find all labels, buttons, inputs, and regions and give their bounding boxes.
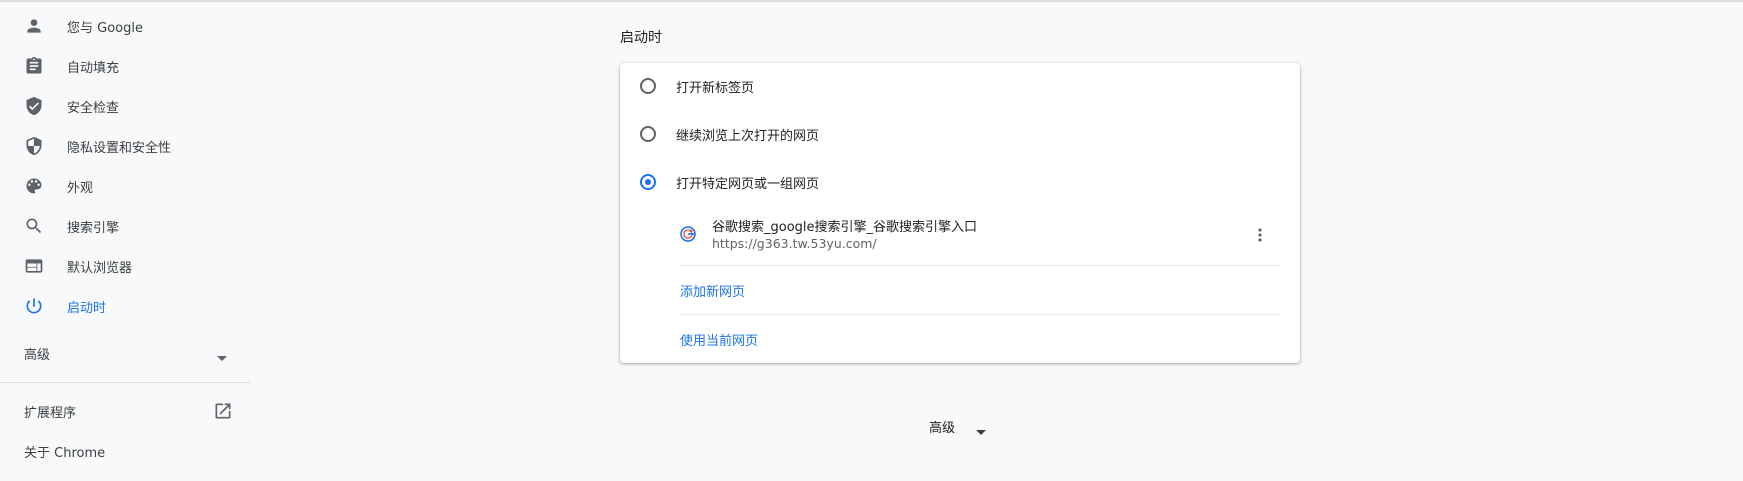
startup-page-entry: 谷歌搜索_google搜索引擎_谷歌搜索引擎入口 https://g363.tw…: [680, 213, 1300, 259]
sidebar-item-on-startup[interactable]: 启动时: [0, 286, 250, 326]
sidebar-item-default-browser[interactable]: 默认浏览器: [0, 246, 250, 286]
triangle-down-icon: [976, 422, 986, 435]
sidebar-item-label: 外观: [67, 180, 94, 196]
startup-option-continue[interactable]: 继续浏览上次打开的网页: [620, 114, 1300, 154]
sidebar-item-label: 自动填充: [67, 60, 120, 76]
sidebar-item-label: 隐私设置和安全性: [67, 140, 172, 156]
sidebar-item-autofill[interactable]: 自动填充: [0, 46, 250, 86]
page-title: 启动时: [620, 30, 662, 46]
more-actions-button[interactable]: [1248, 223, 1272, 247]
radio-label: 打开特定网页或一组网页: [676, 176, 820, 192]
search-icon: [24, 216, 44, 236]
sidebar-divider: [0, 382, 250, 383]
sidebar-item-privacy[interactable]: 隐私设置和安全性: [0, 126, 250, 166]
radio-label: 继续浏览上次打开的网页: [676, 128, 820, 144]
sidebar-item-label: 搜索引擎: [67, 220, 120, 236]
settings-sidebar: 您与 Google 自动填充 安全检查 隐私设置和安全性 外观 搜索引擎 默认浏…: [0, 6, 250, 326]
sidebar-about-label: 关于 Chrome: [24, 445, 106, 461]
360-favicon-icon: [680, 226, 696, 242]
radio-unchecked[interactable]: [640, 126, 656, 142]
startup-option-new-tab[interactable]: 打开新标签页: [620, 66, 1300, 106]
window-top-edge: [0, 0, 1743, 2]
sidebar-advanced-toggle[interactable]: 高级: [0, 333, 240, 373]
sidebar-item-search-engine[interactable]: 搜索引擎: [0, 206, 250, 246]
startup-page-title: 谷歌搜索_google搜索引擎_谷歌搜索引擎入口: [712, 220, 978, 235]
palette-icon: [24, 176, 44, 196]
sidebar-extensions-label: 扩展程序: [24, 405, 77, 421]
advanced-settings-toggle[interactable]: 高级: [920, 414, 1000, 438]
triangle-down-icon: [217, 348, 227, 361]
shield-check-icon: [24, 96, 44, 116]
startup-settings-card: 打开新标签页 继续浏览上次打开的网页 打开特定网页或一组网页 谷歌搜索_goog…: [620, 63, 1300, 363]
sidebar-extensions-link[interactable]: 扩展程序: [0, 391, 240, 431]
power-icon: [24, 296, 44, 316]
sidebar-item-label: 安全检查: [67, 100, 120, 116]
sidebar-advanced-label: 高级: [24, 347, 51, 363]
person-icon: [24, 16, 44, 36]
advanced-settings-label: 高级: [929, 421, 956, 436]
sidebar-about-chrome[interactable]: 关于 Chrome: [0, 431, 240, 471]
open-in-new-icon: [213, 401, 233, 421]
radio-checked[interactable]: [640, 174, 656, 190]
sidebar-item-label: 默认浏览器: [67, 260, 133, 276]
startup-option-specific-pages[interactable]: 打开特定网页或一组网页: [620, 162, 1300, 202]
clipboard-icon: [24, 56, 44, 76]
add-new-page-label: 添加新网页: [680, 284, 746, 300]
use-current-pages-link[interactable]: 使用当前网页: [680, 315, 1280, 363]
use-current-pages-label: 使用当前网页: [680, 333, 759, 349]
radio-unchecked[interactable]: [640, 78, 656, 94]
startup-page-url: https://g363.tw.53yu.com/: [712, 236, 877, 251]
shield-half-icon: [24, 136, 44, 156]
more-vert-icon: [1258, 228, 1262, 242]
sidebar-item-appearance[interactable]: 外观: [0, 166, 250, 206]
sidebar-item-safety-check[interactable]: 安全检查: [0, 86, 250, 126]
sidebar-item-you-and-google[interactable]: 您与 Google: [0, 6, 250, 46]
radio-label: 打开新标签页: [676, 80, 755, 96]
sidebar-item-label: 您与 Google: [67, 20, 143, 36]
sidebar-item-label: 启动时: [67, 300, 107, 316]
browser-window-icon: [24, 256, 44, 276]
add-new-page-link[interactable]: 添加新网页: [680, 266, 1280, 314]
